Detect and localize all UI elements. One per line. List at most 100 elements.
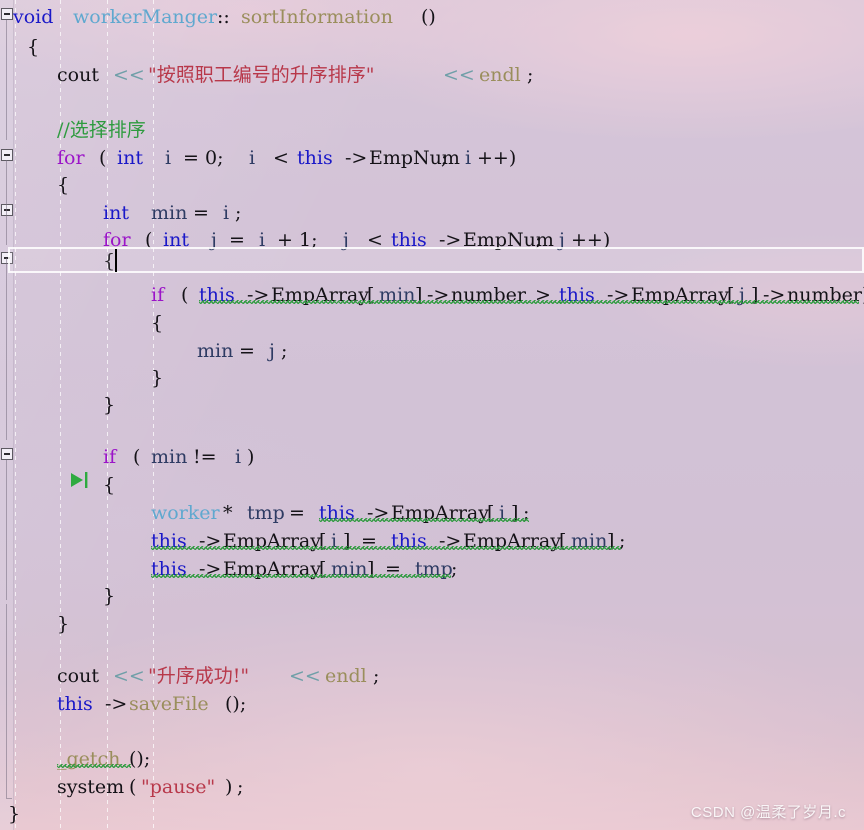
code-line[interactable]: for (int i = 0; i < this -> EmpNum; i ++) — [0, 143, 864, 173]
code-line[interactable]: cout << "按照职工编号的升序排序" << endl; — [0, 60, 864, 90]
code-token: { — [27, 36, 40, 58]
code-token: ] — [343, 530, 351, 552]
code-token: -> — [247, 284, 270, 306]
code-token: ) — [225, 776, 233, 798]
error-squiggle-3 — [151, 546, 621, 550]
code-token: << — [289, 665, 321, 687]
code-token: ] — [607, 530, 615, 552]
code-token: = — [379, 558, 407, 580]
code-token: tmp — [415, 558, 453, 580]
code-line[interactable]: } — [0, 581, 864, 611]
run-to-cursor-icon[interactable] — [70, 472, 92, 488]
code-token: [ — [319, 530, 327, 552]
current-line-highlight — [8, 247, 864, 273]
code-token: i — [499, 502, 506, 524]
code-token: (); — [225, 693, 247, 715]
error-squiggle-2 — [319, 518, 529, 522]
code-token: * — [223, 502, 233, 524]
code-token: number) — [787, 284, 864, 306]
code-token: j — [739, 284, 745, 306]
code-line[interactable]: system("pause"); — [0, 772, 864, 802]
code-token: (); — [129, 748, 151, 770]
code-token: -> — [763, 284, 786, 306]
text-caret — [115, 249, 117, 272]
code-token: -> — [439, 530, 462, 552]
code-token: << — [113, 64, 145, 86]
code-token: "按照职工编号的升序排序" — [148, 64, 375, 86]
code-line[interactable]: this -> EmpArray[min] = tmp; — [0, 554, 864, 584]
code-token: -> — [345, 147, 368, 169]
error-squiggle-1 — [559, 300, 859, 304]
code-line[interactable]: cout << "升序成功!" << endl; — [0, 661, 864, 691]
code-token: -> — [199, 530, 222, 552]
code-token: ] — [751, 284, 759, 306]
code-line[interactable]: } — [0, 609, 864, 639]
code-token: EmpArray — [391, 502, 489, 524]
code-token: ; — [523, 502, 530, 524]
code-token: :: — [217, 6, 230, 28]
code-token: ; — [527, 64, 534, 86]
code-line[interactable]: } — [0, 363, 864, 393]
code-token: this — [57, 693, 93, 715]
code-token: ( — [127, 446, 141, 468]
code-token: number — [451, 284, 526, 306]
code-token: _getch — [57, 748, 121, 770]
code-text-layer[interactable]: void workerManger:: sortInformation(){cou… — [0, 0, 864, 830]
code-line[interactable]: worker * tmp = this -> EmpArray[i]; — [0, 498, 864, 528]
code-line[interactable]: if (this -> EmpArray[min] -> number > this ->… — [0, 280, 864, 310]
code-token: this — [559, 284, 595, 306]
code-token: //选择排序 — [57, 119, 146, 141]
error-squiggle-5 — [57, 764, 131, 768]
code-token: = — [355, 530, 383, 552]
error-squiggle-0 — [199, 300, 561, 304]
code-token: i — [331, 530, 338, 552]
code-line[interactable]: void workerManger:: sortInformation () — [0, 2, 864, 32]
code-token: } — [57, 613, 70, 635]
code-token: ] — [415, 284, 423, 306]
code-token: << — [443, 64, 475, 86]
code-token: = — [283, 502, 311, 524]
code-token: () — [421, 6, 436, 28]
code-line[interactable]: { — [0, 170, 864, 200]
code-line[interactable]: { — [0, 308, 864, 338]
code-token: } — [103, 394, 116, 416]
code-token: ; — [373, 665, 380, 687]
code-line[interactable]: this -> saveFile (); — [0, 689, 864, 719]
code-line[interactable]: if (min != i) — [0, 442, 864, 472]
code-token: ; — [441, 147, 454, 169]
code-token: this — [151, 558, 187, 580]
code-token: tmp — [247, 502, 285, 524]
code-token: worker — [151, 502, 220, 524]
code-line[interactable] — [0, 716, 864, 746]
code-token: { — [57, 174, 70, 196]
code-token: EmpArray — [463, 530, 561, 552]
code-line[interactable]: _getch (); — [0, 744, 864, 774]
code-token: min — [151, 446, 188, 468]
code-token: EmpArray — [223, 558, 321, 580]
code-line[interactable]: } — [0, 390, 864, 420]
code-token: [ — [559, 530, 567, 552]
code-token: "pause" — [141, 776, 216, 798]
code-line[interactable]: int min = i; — [0, 198, 864, 228]
code-token: ( — [175, 284, 189, 306]
code-token: -> — [105, 693, 128, 715]
code-token: "升序成功!" — [148, 665, 250, 687]
code-line[interactable] — [0, 88, 864, 118]
code-token: [ — [367, 284, 375, 306]
code-token: EmpArray — [223, 530, 321, 552]
code-token: i — [249, 147, 256, 169]
code-line[interactable]: { — [0, 470, 864, 500]
code-line[interactable]: min = j; — [0, 336, 864, 366]
code-line[interactable]: { — [0, 32, 864, 62]
code-line[interactable]: //选择排序 — [0, 115, 864, 145]
code-token: ++) — [477, 147, 517, 169]
code-line[interactable]: this -> EmpArray[i] = this -> EmpArray[min]; — [0, 526, 864, 556]
code-token: min — [331, 558, 368, 580]
code-token: -> — [427, 284, 450, 306]
code-token: [ — [319, 558, 327, 580]
code-token: ] — [511, 502, 519, 524]
